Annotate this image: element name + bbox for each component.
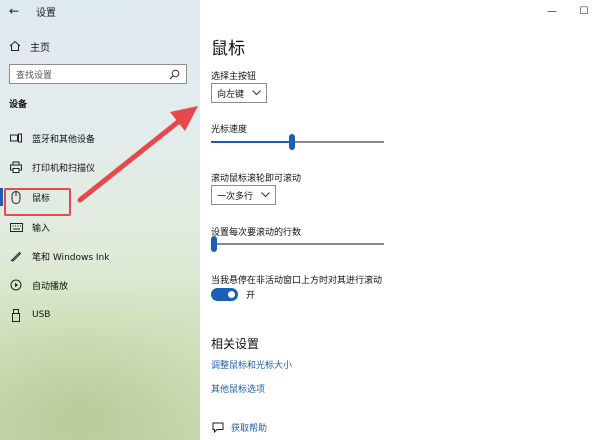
wheel-scroll-label: 滚动鼠标滚轮即可滚动 [211, 174, 302, 184]
get-help-link[interactable]: 获取帮助 [211, 421, 267, 434]
sidebar-item-typing[interactable]: 输入 [0, 215, 200, 239]
get-help-label: 获取帮助 [231, 424, 268, 434]
main-content: — ☐ 鼠标 选择主按钮 向左键 光标速度 滚动鼠标滚轮即可滚动 一次多行 设置… [200, 0, 600, 440]
home-icon [8, 40, 22, 52]
sidebar-item-usb[interactable]: USB [0, 303, 200, 327]
selection-indicator [0, 188, 3, 206]
inactive-scroll-label: 当我悬停在非活动窗口上方时对其进行滚动 [211, 276, 383, 286]
nav-home[interactable]: 主页 [8, 36, 50, 56]
slider-thumb[interactable] [211, 236, 218, 252]
bluetooth-devices-icon [9, 132, 23, 144]
chevron-down-icon [261, 191, 270, 200]
sidebar-item-autoplay[interactable]: 自动播放 [0, 273, 200, 297]
page-title: 鼠标 [211, 39, 245, 59]
window-controls: — ☐ [536, 0, 600, 22]
toggle-knob [228, 291, 235, 298]
sidebar-item-label: 自动播放 [32, 281, 69, 292]
sidebar-item-label: 打印机和扫描仪 [32, 163, 96, 174]
minimize-icon: — [547, 5, 557, 17]
search-input[interactable]: 查找设置 [9, 64, 187, 84]
help-chat-icon [211, 422, 225, 433]
wheel-scroll-value: 一次多行 [217, 191, 254, 202]
primary-button-label: 选择主按钮 [211, 72, 257, 82]
printer-icon [9, 161, 23, 173]
maximize-icon: ☐ [579, 5, 589, 17]
slider-thumb[interactable] [289, 134, 296, 150]
slider-fill [211, 141, 293, 143]
search-placeholder: 查找设置 [16, 70, 53, 81]
link-additional-mouse-options[interactable]: 其他鼠标选项 [211, 382, 265, 395]
keyboard-icon [9, 222, 23, 232]
sidebar: ← 设置 主页 查找设置 设备 蓝牙和其他设备 打印机和扫描仪 鼠标 输入 笔和… [0, 0, 200, 440]
app-title: 设置 [36, 7, 56, 19]
autoplay-icon [9, 279, 23, 291]
annotation-highlight-box [4, 188, 71, 216]
inactive-scroll-row: 开 [211, 288, 255, 301]
slider-track [211, 243, 384, 245]
sidebar-item-label: 蓝牙和其他设备 [32, 134, 96, 145]
section-label-devices: 设备 [9, 100, 28, 110]
link-mouse-cursor-size[interactable]: 调整鼠标和光标大小 [211, 358, 292, 371]
maximize-button[interactable]: ☐ [568, 0, 600, 22]
nav-home-label: 主页 [30, 42, 50, 54]
sidebar-item-bluetooth[interactable]: 蓝牙和其他设备 [0, 126, 200, 150]
sidebar-item-printers[interactable]: 打印机和扫描仪 [0, 155, 200, 179]
search-icon [168, 68, 180, 80]
inactive-scroll-toggle[interactable] [211, 288, 238, 301]
back-button[interactable]: ← [0, 0, 28, 22]
sidebar-item-label: 输入 [32, 223, 51, 234]
back-arrow-icon: ← [8, 4, 20, 18]
lines-per-scroll-slider[interactable] [211, 236, 384, 252]
sidebar-item-pen[interactable]: 笔和 Windows Ink [0, 244, 200, 268]
sidebar-item-label: USB [32, 310, 51, 320]
pen-icon [9, 250, 23, 262]
usb-icon [9, 308, 23, 322]
cursor-speed-slider[interactable] [211, 134, 384, 150]
toggle-state-label: 开 [246, 291, 256, 301]
wheel-scroll-select[interactable]: 一次多行 [211, 185, 277, 205]
primary-button-select[interactable]: 向左键 [211, 83, 268, 103]
minimize-button[interactable]: — [536, 0, 568, 22]
title-bar: ← 设置 [0, 0, 200, 22]
primary-button-value: 向左键 [217, 89, 245, 100]
related-settings-title: 相关设置 [211, 337, 260, 351]
sidebar-item-label: 笔和 Windows Ink [32, 252, 110, 263]
chevron-down-icon [252, 89, 261, 98]
